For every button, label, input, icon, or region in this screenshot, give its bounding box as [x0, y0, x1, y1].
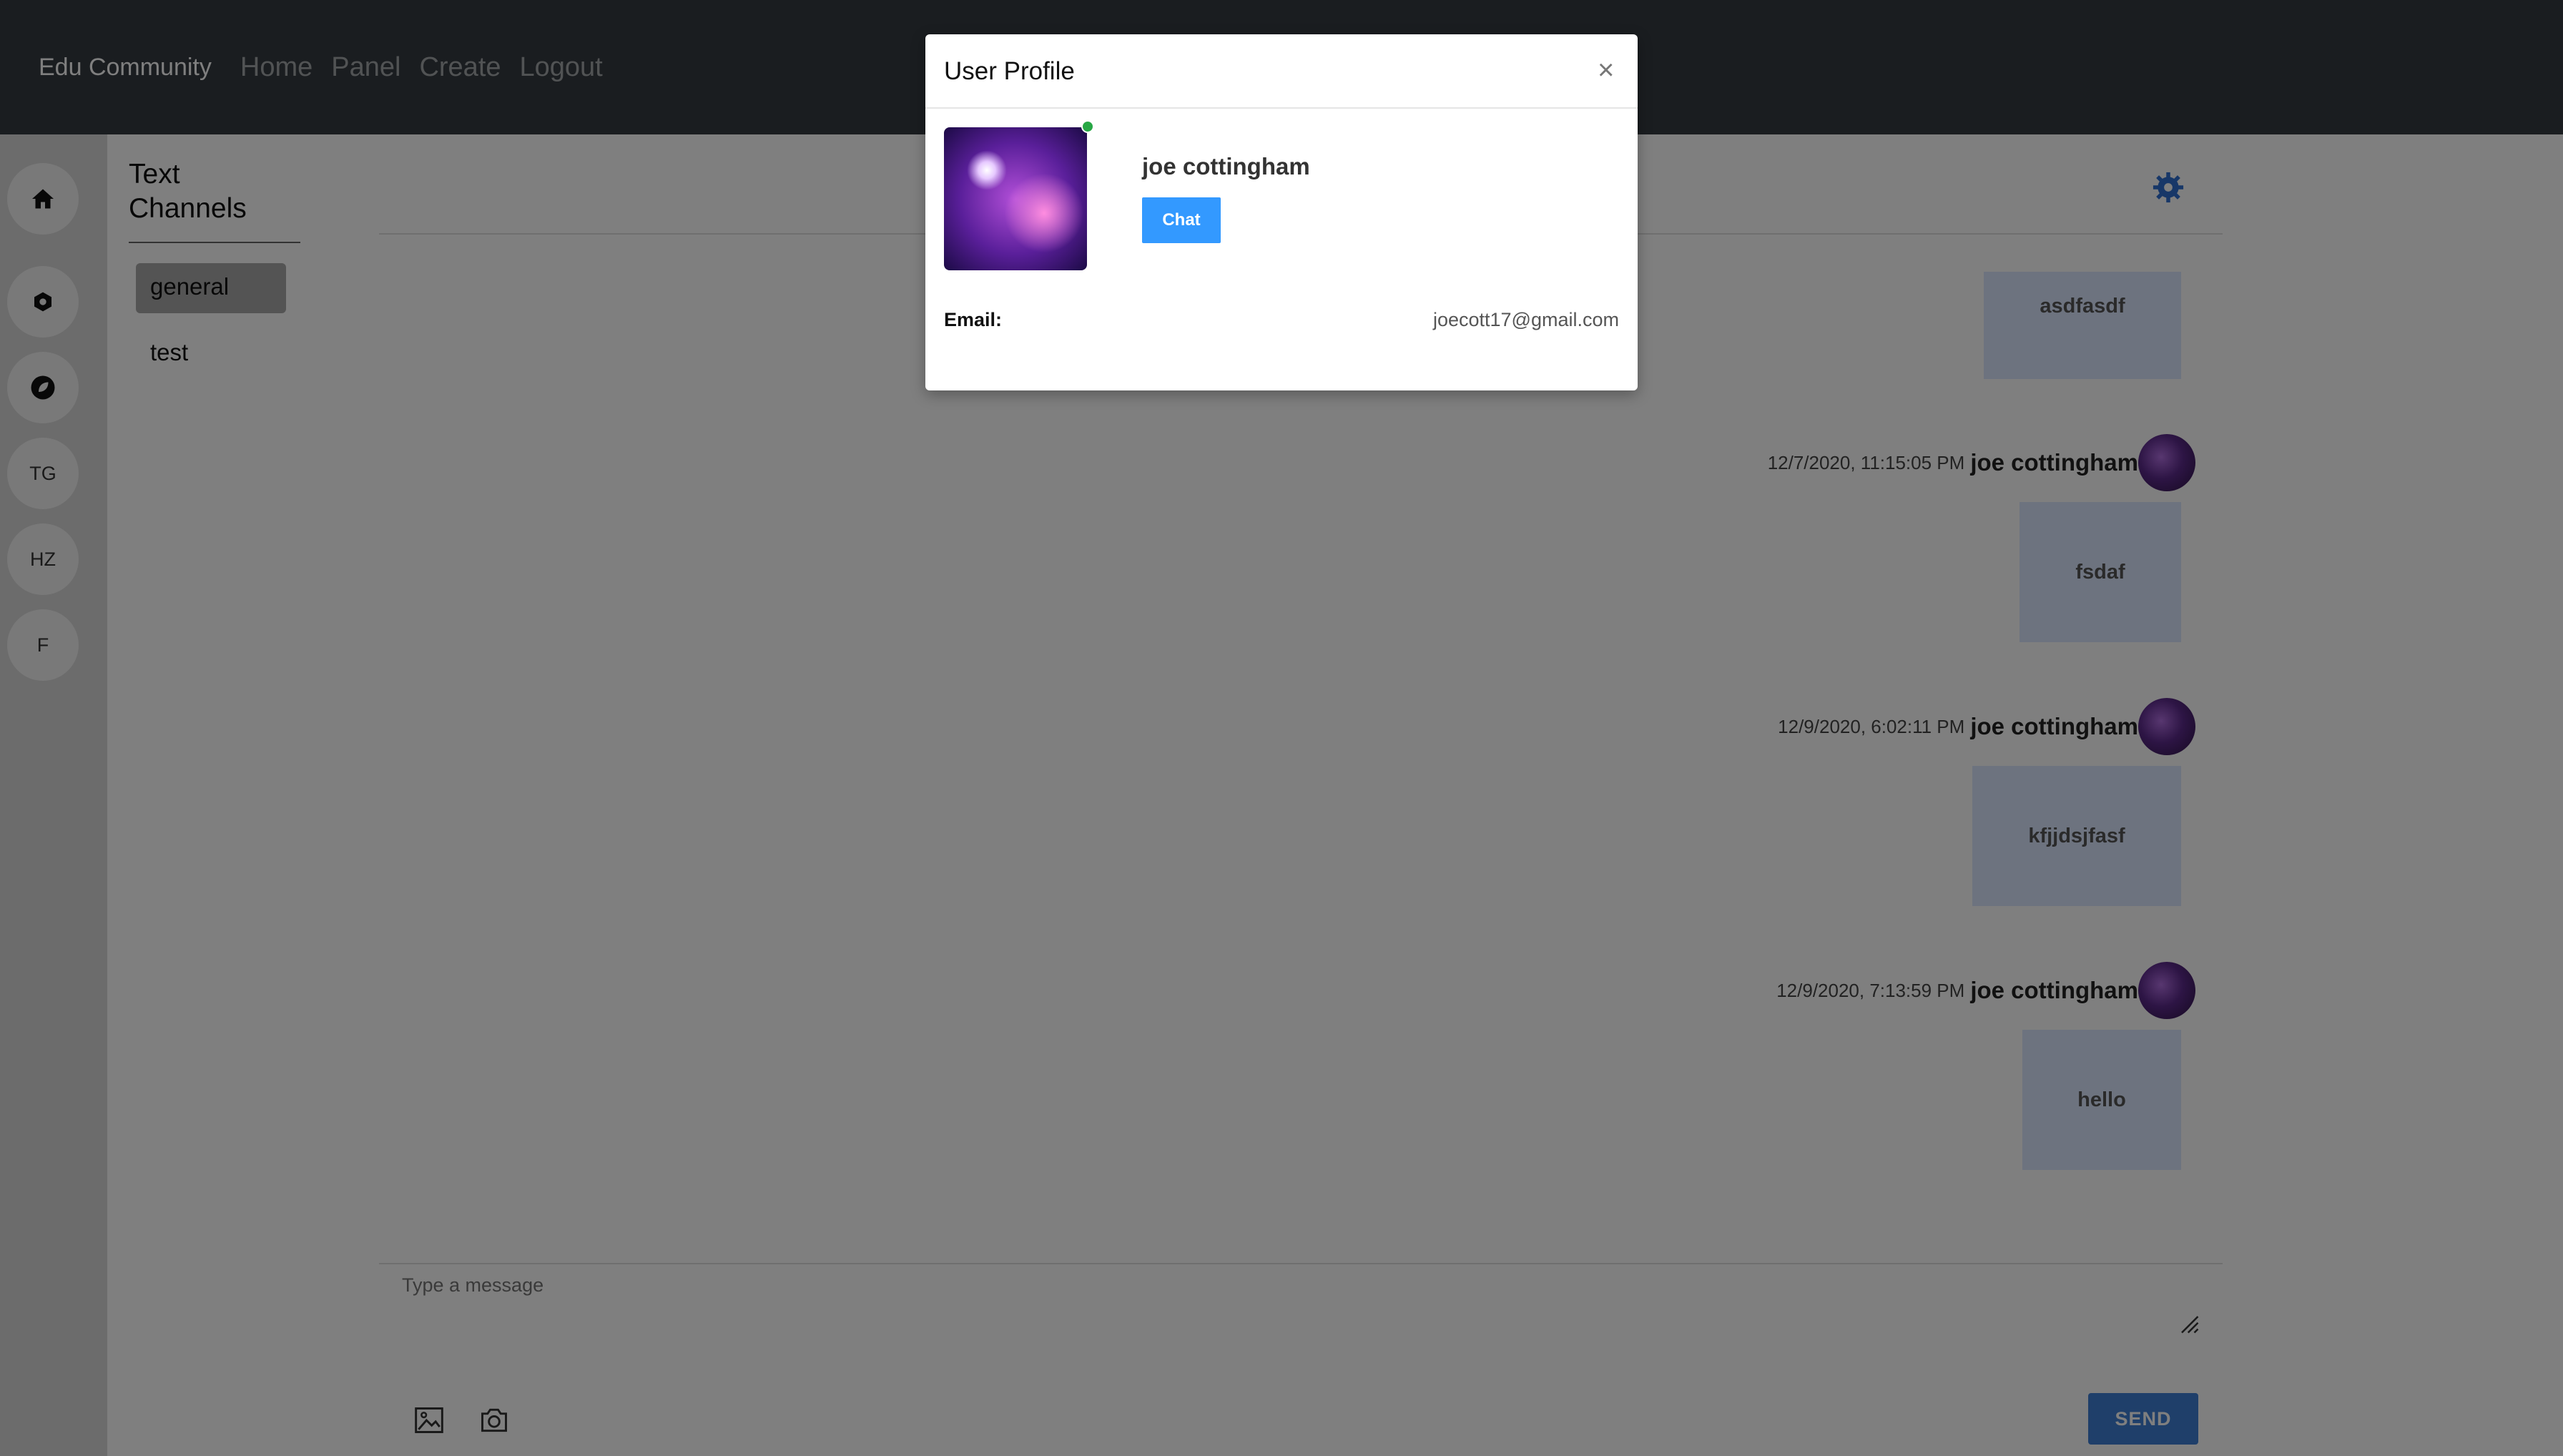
profile-picture: [944, 127, 1087, 270]
email-value: joecott17@gmail.com: [1432, 309, 1619, 330]
modal-title: User Profile: [944, 57, 1075, 85]
modal-header: User Profile ×: [925, 34, 1638, 109]
close-icon[interactable]: ×: [1598, 56, 1614, 84]
online-status-indicator: [1081, 120, 1094, 133]
profile-name: joe cottingham: [1142, 153, 1310, 179]
email-label: Email:: [944, 309, 1003, 330]
user-profile-modal: User Profile × joe cottingham Chat Email…: [925, 34, 1638, 390]
chat-button[interactable]: Chat: [1142, 197, 1221, 243]
